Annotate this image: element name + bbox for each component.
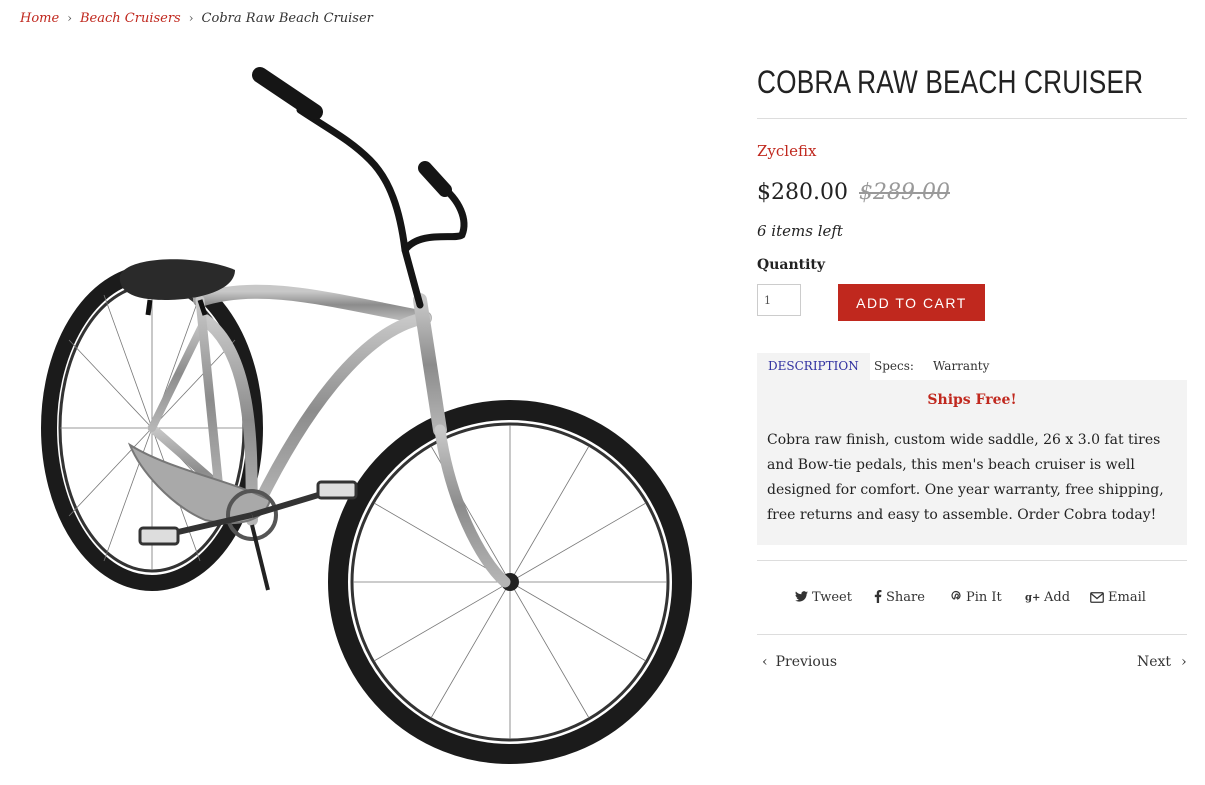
tweet-button[interactable]: Tweet — [795, 590, 852, 605]
pin-it-label: Pin It — [966, 590, 1002, 605]
next-product-link[interactable]: Next › — [1137, 654, 1187, 670]
compare-at-price: $289.00 — [858, 180, 950, 205]
share-label: Share — [886, 590, 925, 605]
current-price: $280.00 — [757, 180, 848, 205]
ships-free-heading: Ships Free! — [927, 392, 1017, 408]
google-plus-icon: g+ — [1025, 593, 1040, 604]
email-label: Email — [1108, 590, 1146, 605]
tab-warranty[interactable]: Warranty — [933, 353, 989, 380]
envelope-icon — [1090, 592, 1104, 603]
quantity-label: Quantity — [757, 257, 826, 273]
breadcrumb-category-link[interactable]: Beach Cruisers — [80, 11, 181, 26]
vendor-link[interactable]: Zyclefix — [757, 142, 816, 160]
tab-description[interactable]: DESCRIPTION — [757, 353, 870, 380]
email-share-button[interactable]: Email — [1090, 590, 1146, 605]
twitter-icon — [795, 591, 808, 602]
tweet-label: Tweet — [812, 590, 852, 605]
breadcrumb: Home › Beach Cruisers › Cobra Raw Beach Crui… — [20, 11, 373, 26]
facebook-icon — [874, 589, 882, 603]
breadcrumb-home-link[interactable]: Home — [20, 11, 59, 26]
chevron-right-icon: › — [1181, 654, 1187, 670]
product-title: COBRA RAW BEACH CRUISER — [757, 64, 1144, 100]
description-text: Cobra raw finish, custom wide saddle, 26… — [767, 432, 1164, 523]
product-image[interactable] — [30, 60, 710, 765]
google-plus-button[interactable]: g+ Add — [1025, 590, 1070, 605]
bike-frame — [147, 284, 511, 588]
add-label: Add — [1044, 590, 1071, 605]
title-divider — [757, 118, 1187, 119]
next-label: Next — [1137, 654, 1172, 670]
share-divider-top — [757, 560, 1187, 561]
handlebars — [252, 67, 468, 309]
chevron-left-icon: ‹ — [762, 654, 768, 670]
stock-status: 6 items left — [757, 222, 843, 240]
facebook-share-button[interactable]: Share — [874, 589, 925, 605]
previous-product-link[interactable]: ‹ Previous — [762, 654, 837, 670]
description-panel: Ships Free! Cobra raw finish, custom wid… — [757, 380, 1187, 545]
add-to-cart-button[interactable]: ADD TO CART — [838, 284, 985, 321]
pin-it-button[interactable]: Pin It — [950, 590, 1002, 605]
breadcrumb-separator: › — [67, 11, 72, 25]
svg-text:g+: g+ — [1025, 593, 1040, 604]
quantity-input[interactable] — [757, 284, 801, 316]
pinterest-icon — [951, 590, 961, 600]
tab-specs[interactable]: Specs: — [874, 353, 914, 380]
drivetrain — [127, 442, 358, 591]
breadcrumb-separator: › — [188, 11, 194, 25]
breadcrumb-current: Cobra Raw Beach Cruiser — [201, 11, 373, 26]
share-divider-bottom — [757, 634, 1187, 635]
price-block: $280.00 $289.00 — [757, 180, 950, 205]
previous-label: Previous — [775, 654, 838, 670]
